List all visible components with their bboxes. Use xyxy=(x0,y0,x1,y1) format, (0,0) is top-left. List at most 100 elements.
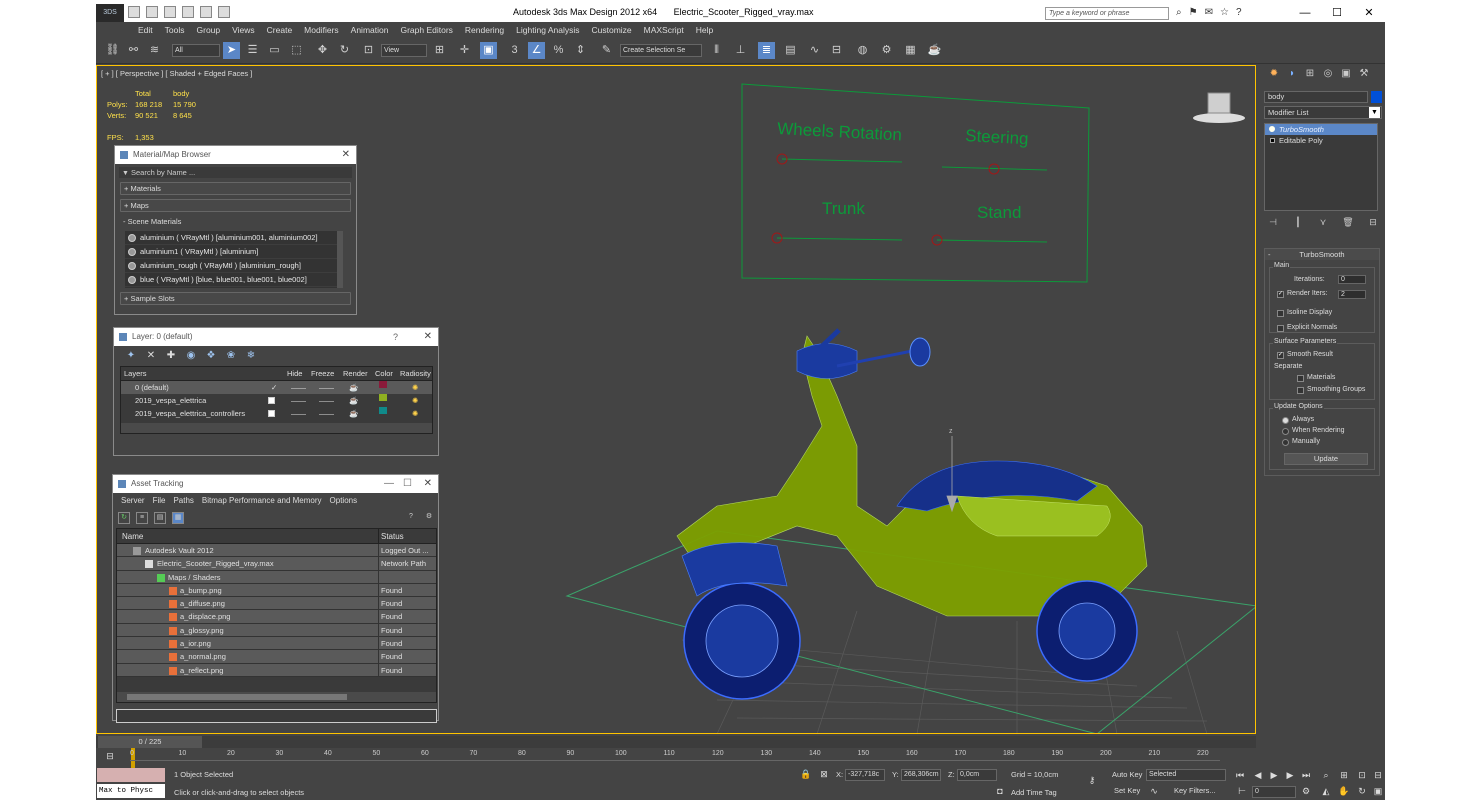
asset-minimize-button[interactable]: — xyxy=(384,475,394,493)
table-row[interactable]: a_reflect.png Found xyxy=(117,663,436,677)
expand-icon[interactable] xyxy=(1270,138,1275,143)
layer-close-button[interactable]: ✕ xyxy=(424,328,432,346)
zoom-extents-all-icon[interactable]: ⊟ xyxy=(1372,769,1384,781)
modifier-list-dropdown[interactable]: Modifier List ▼ xyxy=(1264,106,1382,119)
subscription-icon[interactable]: ⚑ xyxy=(1189,7,1198,18)
selection-filter-select[interactable]: All xyxy=(172,44,220,57)
key-mode-toggle-icon[interactable]: ⊢ xyxy=(1236,785,1248,797)
field-of-view-icon[interactable]: ◭ xyxy=(1320,785,1332,797)
table-row[interactable]: Maps / Shaders xyxy=(117,570,436,584)
window-crossing-icon[interactable]: ⬚ xyxy=(288,42,305,59)
freeze-toggle[interactable]: —— xyxy=(319,381,334,394)
show-end-result-icon[interactable]: ┃ xyxy=(1292,217,1304,229)
previous-frame-icon[interactable]: ◀ xyxy=(1252,769,1264,781)
freeze-toggle[interactable]: —— xyxy=(319,407,334,420)
select-object-icon[interactable]: ➤ xyxy=(223,42,240,59)
utilities-tab-icon[interactable]: ⚒ xyxy=(1357,67,1371,81)
separate-materials-checkbox[interactable] xyxy=(1297,375,1304,382)
menu-customize[interactable]: Customize xyxy=(585,22,637,38)
isoline-display-checkbox[interactable] xyxy=(1277,310,1284,317)
material-browser-titlebar[interactable]: Material/Map Browser ✕ xyxy=(115,146,356,164)
create-layer-icon[interactable]: ✦ xyxy=(124,350,138,361)
app-logo-button[interactable]: 3DS xyxy=(96,4,124,22)
hierarchy-tab-icon[interactable]: ⊞ xyxy=(1303,67,1317,81)
x-coordinate-field[interactable]: -327,718c xyxy=(845,769,885,781)
menu-rendering[interactable]: Rendering xyxy=(459,22,510,38)
delete-layer-icon[interactable]: ✕ xyxy=(144,350,158,361)
menu-graph-editors[interactable]: Graph Editors xyxy=(394,22,458,38)
always-radio[interactable] xyxy=(1282,417,1289,424)
list-item[interactable]: blue ( VRayMtl ) [blue, blue001, blue001… xyxy=(125,273,343,287)
col-hide[interactable]: Hide xyxy=(287,367,302,381)
asset-menu-server[interactable]: Server xyxy=(117,493,149,509)
key-icon[interactable]: ⚷ xyxy=(1086,774,1098,786)
menu-group[interactable]: Group xyxy=(191,22,227,38)
when-rendering-radio[interactable] xyxy=(1282,428,1289,435)
table-row[interactable]: a_ior.png Found xyxy=(117,637,436,651)
section-sample-slots[interactable]: + Sample Slots xyxy=(120,292,351,305)
hide-toggle[interactable]: —— xyxy=(291,394,306,407)
communication-icon[interactable]: ✉ xyxy=(1205,7,1213,18)
layer-color-swatch[interactable] xyxy=(379,407,387,414)
viewcube-icon[interactable] xyxy=(1193,92,1245,123)
motion-tab-icon[interactable]: ◎ xyxy=(1321,67,1335,81)
add-to-layer-icon[interactable]: ✚ xyxy=(164,350,178,361)
key-curve-icon[interactable]: ∿ xyxy=(1148,785,1160,797)
save-file-icon[interactable] xyxy=(164,6,176,18)
lightbulb-icon[interactable] xyxy=(1269,126,1275,132)
reference-coordinate-select[interactable]: View xyxy=(381,44,427,57)
rendered-frame-window-icon[interactable]: ▦ xyxy=(902,42,919,59)
key-filters-button[interactable]: Key Filters... xyxy=(1174,785,1216,797)
new-file-icon[interactable] xyxy=(128,6,140,18)
add-time-tag-icon[interactable]: ◘ xyxy=(994,785,1006,797)
layer-manager-icon[interactable]: ≣ xyxy=(758,42,775,59)
table-row[interactable]: Autodesk Vault 2012 Logged Out ... xyxy=(117,544,436,558)
menu-help[interactable]: Help xyxy=(690,22,719,38)
go-to-start-icon[interactable]: ⏮ xyxy=(1234,769,1246,781)
redo-icon[interactable] xyxy=(200,6,212,18)
section-maps[interactable]: + Maps xyxy=(120,199,351,212)
create-tab-icon[interactable]: ✹ xyxy=(1267,67,1281,81)
asset-settings-icon[interactable]: ⚙ xyxy=(423,512,435,524)
iterations-spinner[interactable]: 0 xyxy=(1338,275,1366,284)
render-teapot-icon[interactable]: ☕ xyxy=(349,407,358,420)
render-iters-spinner[interactable]: 2 xyxy=(1338,290,1366,299)
set-current-checkbox[interactable] xyxy=(268,410,275,417)
maximize-viewport-icon[interactable]: ▣ xyxy=(1372,785,1384,797)
list-view-icon[interactable]: ≡ xyxy=(136,512,148,524)
asset-help-icon[interactable]: ? xyxy=(405,512,417,524)
bind-space-warp-icon[interactable]: ≋ xyxy=(146,42,163,59)
orbit-icon[interactable]: ↻ xyxy=(1356,785,1368,797)
material-search-input[interactable]: ▼ Search by Name ... xyxy=(119,167,352,178)
move-icon[interactable]: ✥ xyxy=(314,42,331,59)
render-setup-icon[interactable]: ⚙ xyxy=(878,42,895,59)
current-frame-field[interactable]: 0 xyxy=(1252,786,1296,798)
minimize-button[interactable]: — xyxy=(1289,4,1321,22)
remove-modifier-icon[interactable]: 🗑 xyxy=(1342,217,1354,229)
menu-lighting-analysis[interactable]: Lighting Analysis xyxy=(510,22,585,38)
perspective-viewport[interactable]: [ + ] [ Perspective ] [ Shaded + Edged F… xyxy=(96,65,1256,734)
radiosity-icon[interactable]: ✺ xyxy=(412,407,418,420)
graphite-ribbon-icon[interactable]: ▤ xyxy=(782,42,799,59)
percent-snap-icon[interactable]: % xyxy=(550,42,567,59)
edit-named-selection-icon[interactable]: ✎ xyxy=(598,42,615,59)
smooth-result-checkbox[interactable]: ✓ xyxy=(1277,352,1284,359)
zoom-all-icon[interactable]: ⊞ xyxy=(1338,769,1350,781)
modify-tab-icon[interactable]: ◗ xyxy=(1285,67,1299,81)
help-icon[interactable]: ? xyxy=(1236,7,1242,18)
asset-path-input[interactable] xyxy=(116,709,437,723)
keyboard-shortcut-override-icon[interactable]: ▣ xyxy=(480,42,497,59)
close-button[interactable]: ✕ xyxy=(1353,4,1385,22)
stack-item-turbosmooth[interactable]: TurboSmooth xyxy=(1265,124,1377,135)
layer-help-button[interactable]: ? xyxy=(393,328,398,346)
pivot-point-icon[interactable]: ⊞ xyxy=(431,42,448,59)
table-row[interactable]: a_glossy.png Found xyxy=(117,623,436,638)
table-row[interactable]: Electric_Scooter_Rigged_vray.max Network … xyxy=(117,557,436,571)
scrollbar-thumb[interactable] xyxy=(127,694,347,700)
current-layer-check[interactable]: ✓ xyxy=(271,381,277,394)
angle-snap-icon[interactable]: ∠ xyxy=(528,42,545,59)
mirror-icon[interactable]: ⫴ xyxy=(708,42,725,59)
table-row[interactable]: 2019_vespa_elettrica —— —— ☕ ✺ xyxy=(121,394,432,407)
display-tab-icon[interactable]: ▣ xyxy=(1339,67,1353,81)
list-item[interactable]: aluminium_rough ( VRayMtl ) [aluminium_r… xyxy=(125,259,343,273)
